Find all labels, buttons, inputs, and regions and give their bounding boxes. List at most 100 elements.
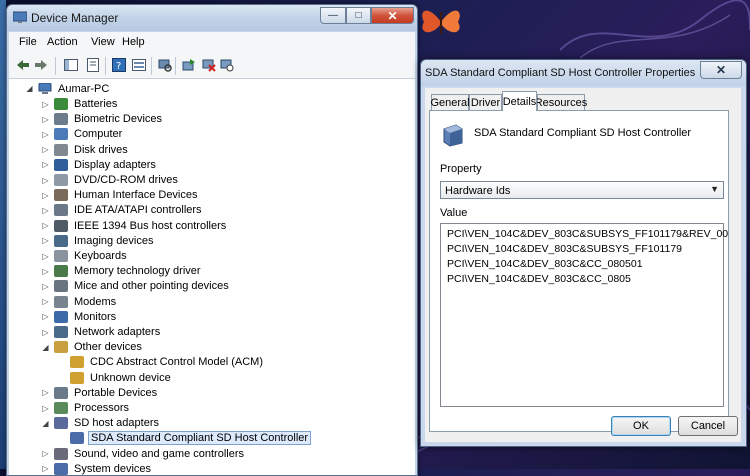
expand-triangle-icon[interactable]: ▷ xyxy=(41,221,50,230)
tree-category-item[interactable]: ▷ DVD/CD-ROM drives xyxy=(41,173,180,188)
expand-triangle-icon[interactable]: ▷ xyxy=(41,176,50,185)
device-manager-titlebar[interactable]: Device Manager — □ ✕ xyxy=(7,5,417,31)
tree-category-item[interactable]: ▷ Disk drives xyxy=(41,142,130,157)
device-category-icon xyxy=(54,98,68,110)
expand-triangle-icon[interactable]: ▷ xyxy=(41,252,50,261)
tree-root[interactable]: ◢ Aumar-PC xyxy=(25,81,111,96)
tree-child-item[interactable]: Unknown device xyxy=(57,370,173,385)
maximize-button[interactable]: □ xyxy=(346,7,371,24)
properties-sheet-icon[interactable] xyxy=(85,57,101,73)
collapse-triangle-icon[interactable]: ◢ xyxy=(41,343,50,352)
tree-child-item[interactable]: CDC Abstract Control Model (ACM) xyxy=(57,355,265,370)
expand-triangle-icon[interactable]: ▷ xyxy=(41,115,50,124)
wallpaper-swirl xyxy=(560,0,750,59)
device-category-icon xyxy=(54,386,68,399)
expand-triangle-icon[interactable]: ▷ xyxy=(41,236,50,245)
forward-arrow-icon[interactable] xyxy=(33,57,49,73)
expand-triangle-icon[interactable]: ▷ xyxy=(41,267,50,276)
expand-triangle-icon[interactable]: ▷ xyxy=(41,145,50,154)
tree-category-item[interactable]: ▷ Computer xyxy=(41,127,124,142)
tree-category-item[interactable]: ▷ Mice and other pointing devices xyxy=(41,279,231,294)
tab-driver[interactable]: Driver xyxy=(469,94,502,110)
cancel-button[interactable]: Cancel xyxy=(678,416,738,436)
uninstall-icon[interactable] xyxy=(201,57,217,73)
tree-category-item[interactable]: ▷ IEEE 1394 Bus host controllers xyxy=(41,218,228,233)
expand-triangle-icon[interactable]: ▷ xyxy=(41,328,50,337)
view-list-icon[interactable] xyxy=(131,57,147,73)
expand-triangle-icon[interactable]: ▷ xyxy=(41,191,50,200)
tree-category-item[interactable]: ▷ Keyboards xyxy=(41,249,129,264)
device-category-icon xyxy=(70,371,84,384)
property-label: Property xyxy=(440,163,482,175)
tab-general[interactable]: General xyxy=(430,94,470,110)
value-item[interactable]: PCI\VEN_104C&DEV_803C&CC_080501 xyxy=(447,258,643,270)
collapse-triangle-icon[interactable]: ◢ xyxy=(41,419,50,428)
tree-item-label: Imaging devices xyxy=(74,234,154,247)
tree-category-item[interactable]: ◢ SD host adapters xyxy=(41,416,161,431)
expand-triangle-icon[interactable]: ▷ xyxy=(41,404,50,413)
tree-category-item[interactable]: ▷ Sound, video and game controllers xyxy=(41,446,246,461)
value-item[interactable]: PCI\VEN_104C&DEV_803C&SUBSYS_FF101179&RE… xyxy=(447,228,728,240)
expand-triangle-icon[interactable]: ▷ xyxy=(41,449,50,458)
tree-category-item[interactable]: ▷ Portable Devices xyxy=(41,385,159,400)
menu-view[interactable]: View xyxy=(91,36,115,48)
tree-root-label: Aumar-PC xyxy=(58,82,110,95)
scan-hardware-icon[interactable] xyxy=(157,57,173,73)
close-button[interactable]: ✕ xyxy=(371,7,414,24)
menu-file[interactable]: File xyxy=(19,36,37,48)
back-arrow-icon[interactable] xyxy=(15,57,31,73)
update-driver-icon[interactable] xyxy=(181,57,197,73)
menu-action[interactable]: Action xyxy=(47,36,78,48)
tree-category-item[interactable]: ▷ Modems xyxy=(41,294,118,309)
expand-triangle-icon[interactable]: ▷ xyxy=(41,206,50,215)
value-listbox[interactable]: PCI\VEN_104C&DEV_803C&SUBSYS_FF101179&RE… xyxy=(440,223,728,407)
show-hide-tree-icon[interactable] xyxy=(63,57,79,73)
collapse-triangle-icon[interactable]: ◢ xyxy=(25,84,34,93)
tree-category-item[interactable]: ▷ Batteries xyxy=(41,97,119,112)
tree-item-label: Portable Devices xyxy=(74,386,158,399)
device-category-icon xyxy=(54,250,68,262)
tab-resources[interactable]: Resources xyxy=(535,94,587,110)
tree-category-item[interactable]: ◢ Other devices xyxy=(41,340,144,355)
menu-help[interactable]: Help xyxy=(122,36,145,48)
tree-category-item[interactable]: ▷ Monitors xyxy=(41,309,118,324)
help-icon[interactable]: ? xyxy=(111,57,127,73)
minimize-button[interactable]: — xyxy=(320,7,346,24)
tree-item-label: Unknown device xyxy=(90,371,171,384)
device-category-icon xyxy=(54,158,68,171)
tree-category-item[interactable]: ▷ Memory technology driver xyxy=(41,264,203,279)
tree-category-item[interactable]: ▷ Biometric Devices xyxy=(41,112,164,127)
dialog-close-button[interactable]: ✕ xyxy=(700,61,742,79)
tree-item-label: Monitors xyxy=(74,310,117,323)
tree-child-item[interactable]: SDA Standard Compliant SD Host Controlle… xyxy=(57,431,312,446)
expand-triangle-icon[interactable]: ▷ xyxy=(41,282,50,291)
expand-triangle-icon[interactable]: ▷ xyxy=(41,297,50,306)
tree-category-item[interactable]: ▷ Display adapters xyxy=(41,157,158,172)
property-dropdown-value: Hardware Ids xyxy=(445,185,511,197)
device-category-icon xyxy=(54,326,68,338)
expand-triangle-icon[interactable]: ▷ xyxy=(41,130,50,139)
value-item[interactable]: PCI\VEN_104C&DEV_803C&SUBSYS_FF101179 xyxy=(447,243,682,255)
ok-button[interactable]: OK xyxy=(611,416,671,436)
device-category-icon xyxy=(70,432,84,445)
enable-device-icon[interactable] xyxy=(219,57,235,73)
expand-triangle-icon[interactable]: ▷ xyxy=(41,312,50,321)
tree-category-item[interactable]: ▷ IDE ATA/ATAPI controllers xyxy=(41,203,204,218)
tree-category-item[interactable]: ▷ Network adapters xyxy=(41,325,162,340)
expand-triangle-icon[interactable]: ▷ xyxy=(41,160,50,169)
tree-item-label: Display adapters xyxy=(74,158,156,171)
tab-details[interactable]: Details xyxy=(502,91,537,111)
expand-triangle-icon[interactable]: ▷ xyxy=(41,388,50,397)
property-dropdown[interactable]: Hardware Ids ▼ xyxy=(440,181,724,199)
tree-category-item[interactable]: ▷ Processors xyxy=(41,401,131,416)
expand-triangle-icon[interactable]: ▷ xyxy=(41,100,50,109)
device-category-icon xyxy=(54,128,68,141)
tree-category-item[interactable]: ▷ Human Interface Devices xyxy=(41,188,200,203)
svg-text:?: ? xyxy=(116,61,121,72)
tree-category-item[interactable]: ▷ System devices xyxy=(41,461,153,475)
tree-category-item[interactable]: ▷ Imaging devices xyxy=(41,233,156,248)
toolbar-separator xyxy=(175,57,176,75)
device-category-icon xyxy=(54,417,68,430)
value-item[interactable]: PCI\VEN_104C&DEV_803C&CC_0805 xyxy=(447,273,631,285)
properties-titlebar[interactable]: SDA Standard Compliant SD Host Controlle… xyxy=(421,60,746,86)
